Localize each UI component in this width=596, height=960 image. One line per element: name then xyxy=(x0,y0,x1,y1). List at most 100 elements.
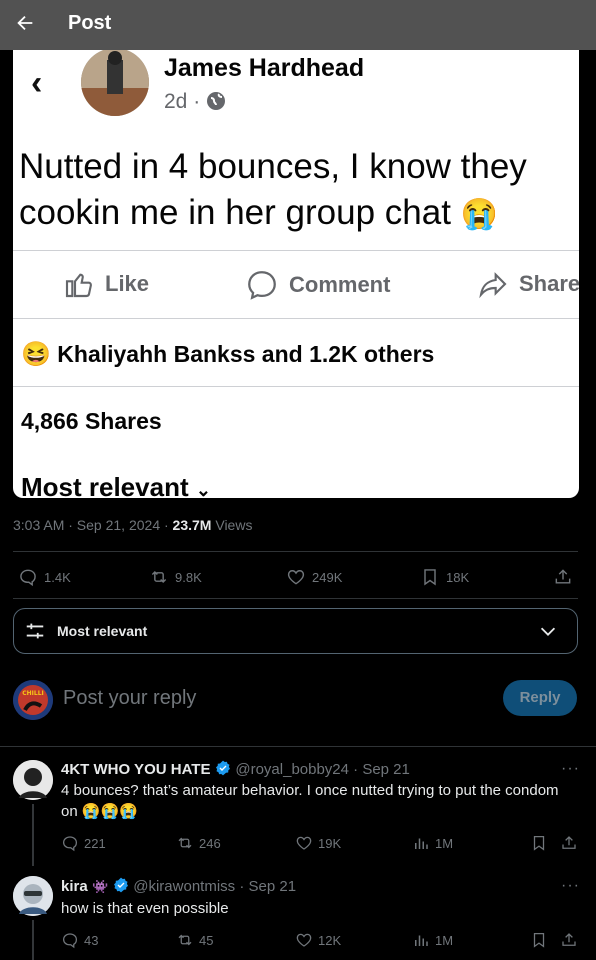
reply-button[interactable]: Reply xyxy=(503,680,577,716)
fb-comment-label: Comment xyxy=(289,272,391,297)
reply-bubble-icon xyxy=(62,933,78,949)
reply-text-line: on 😭😭😭 xyxy=(61,803,138,820)
share-button[interactable] xyxy=(553,567,573,587)
fb-post-text: Nutted in 4 bounces, I know they cookin … xyxy=(19,144,579,238)
reply-text: how is that even possible xyxy=(61,900,229,917)
fb-reactions: 😆 Khaliyahh Bankss and 1.2K others xyxy=(21,340,434,369)
more-options-icon[interactable]: ··· xyxy=(561,760,580,778)
verified-badge-icon xyxy=(113,877,129,893)
avatar[interactable] xyxy=(13,760,53,800)
reply-action[interactable]: 43 xyxy=(61,931,98,949)
divider xyxy=(13,598,578,599)
fb-sort-label: Most relevant xyxy=(21,472,189,498)
analytics-icon xyxy=(415,838,428,849)
fb-back-chevron-icon: ‹ xyxy=(31,64,43,102)
page-title: Post xyxy=(68,12,112,34)
views-count: 1M xyxy=(435,932,454,948)
reply-count: 221 xyxy=(84,835,106,851)
repost-action[interactable]: 246 xyxy=(176,834,221,852)
laughing-emoji-icon: 😆 xyxy=(21,341,51,368)
fb-share-action: Share xyxy=(477,268,579,300)
bookmark-icon xyxy=(533,932,545,948)
reply-text-line: 4 bounces? that’s amateur behavior. I on… xyxy=(61,782,559,799)
avatar[interactable]: CHILLI xyxy=(13,680,53,720)
repost-action[interactable]: 45 xyxy=(176,931,213,949)
thumbs-up-icon xyxy=(65,273,92,298)
globe-icon xyxy=(206,91,226,117)
reply-bubble-icon xyxy=(62,836,78,852)
fb-like-action: Like xyxy=(63,268,149,300)
fb-author-name: James Hardhead xyxy=(164,54,365,82)
tweet-timestamp: 3:03 AM · Sep 21, 2024 · 23.7M Views xyxy=(13,517,252,533)
fb-post-text-line: cookin me in her group chat 😭 xyxy=(19,190,579,238)
more-options-icon[interactable]: ··· xyxy=(561,877,580,895)
like-count: 19K xyxy=(318,835,342,851)
divider xyxy=(0,746,596,747)
avatar[interactable] xyxy=(13,876,53,916)
views-label: Views xyxy=(211,517,253,533)
display-name[interactable]: kira xyxy=(61,878,88,895)
reply-text: 4 bounces? that’s amateur behavior. I on… xyxy=(61,780,583,822)
alien-monster-emoji: 👾 xyxy=(92,879,109,894)
views-action[interactable]: 1M xyxy=(412,834,453,852)
repost-icon xyxy=(151,570,167,584)
fb-chevron-down-icon: ⌄ xyxy=(195,480,211,498)
sort-label: Most relevant xyxy=(57,623,148,639)
bookmark-count: 18K xyxy=(446,569,470,585)
post-image[interactable]: ‹ James Hardhead 2d · Nutted in 4 bounce… xyxy=(13,50,579,498)
back-arrow-icon[interactable] xyxy=(14,12,36,36)
fb-divider xyxy=(13,386,579,387)
fb-comment-action: Comment xyxy=(245,268,390,302)
like-action[interactable]: 12K xyxy=(295,931,341,949)
views-action[interactable]: 1M xyxy=(412,931,453,949)
like-count: 12K xyxy=(318,932,342,948)
share-button[interactable] xyxy=(560,931,578,949)
like-action[interactable]: 19K xyxy=(295,834,341,852)
fb-post-text-line: Nutted in 4 bounces, I know they xyxy=(19,147,527,186)
fb-divider xyxy=(13,318,579,319)
bookmark-action[interactable]: 18K xyxy=(420,567,469,587)
reply-action[interactable]: 221 xyxy=(61,834,106,852)
crying-emoji: 😭 xyxy=(460,198,499,231)
bookmark-button[interactable] xyxy=(530,834,548,852)
fb-sort: Most relevant ⌄ xyxy=(21,472,211,498)
thread-line xyxy=(32,920,34,960)
comment-bubble-icon xyxy=(248,271,276,300)
handle-and-date: @royal_bobby24 · Sep 21 xyxy=(235,761,410,778)
heart-icon xyxy=(296,933,312,947)
repost-icon xyxy=(178,837,192,849)
svg-text:CHILLI: CHILLI xyxy=(22,690,44,697)
share-button[interactable] xyxy=(560,834,578,852)
share-icon xyxy=(555,569,571,584)
views-count: 23.7M xyxy=(172,517,212,533)
fb-like-label: Like xyxy=(105,271,150,296)
like-count: 249K xyxy=(312,569,343,585)
fb-post-meta: 2d · xyxy=(164,90,226,117)
fb-shares-count: 4,866 Shares xyxy=(21,408,162,434)
heart-icon xyxy=(287,570,305,585)
bookmark-icon xyxy=(424,569,436,586)
views-count: 1M xyxy=(435,835,454,851)
reply-input[interactable]: Post your reply xyxy=(63,687,196,710)
repost-icon xyxy=(178,934,192,946)
reply-header: kira 👾 @kirawontmiss · Sep 21 xyxy=(61,877,296,896)
verified-badge-icon xyxy=(215,760,231,776)
reply-header: 4KT WHO YOU HATE @royal_bobby24 · Sep 21 xyxy=(61,760,410,779)
fb-share-label: Share xyxy=(519,271,579,296)
handle-and-date: @kirawontmiss · Sep 21 xyxy=(133,878,297,895)
display-name[interactable]: 4KT WHO YOU HATE xyxy=(61,761,210,778)
like-action[interactable]: 249K xyxy=(286,567,342,587)
reply-action[interactable]: 1.4K xyxy=(18,567,71,587)
share-icon xyxy=(562,836,576,849)
repost-count: 9.8K xyxy=(175,569,202,585)
repost-count: 45 xyxy=(199,932,214,948)
share-icon xyxy=(562,933,576,946)
bookmark-button[interactable] xyxy=(530,931,548,949)
bookmark-icon xyxy=(533,835,545,851)
heart-icon xyxy=(296,836,312,850)
repost-action[interactable]: 9.8K xyxy=(149,567,202,587)
tweet-time[interactable]: 3:03 AM · Sep 21, 2024 · xyxy=(13,517,173,533)
fb-divider xyxy=(13,250,579,251)
divider xyxy=(13,551,578,552)
chevron-down-icon xyxy=(537,620,559,647)
